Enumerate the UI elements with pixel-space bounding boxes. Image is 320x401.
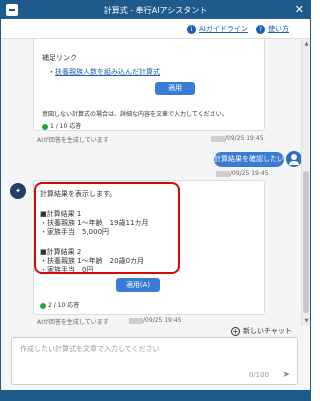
status-dot (42, 123, 48, 130)
bot-timestamp-1: /09/25 19:45 (225, 135, 264, 142)
scroll-down-icon[interactable]: ▼ (303, 318, 310, 324)
send-icon[interactable]: ➤ (282, 370, 290, 380)
bullet: ・ (48, 68, 55, 76)
toolbar: i AIガイドライン ? 使い方 (1, 19, 310, 39)
chat-scrollbar[interactable]: ▲ ▼ (301, 39, 310, 326)
footer-bar (1, 390, 310, 401)
bot-status-1: AIが回答を生成しています (37, 137, 109, 144)
scroll-up-icon[interactable]: ▲ (303, 41, 310, 47)
chat-composer[interactable]: 作成したい計算式を文章で入力してください 0/100 ➤ (11, 337, 298, 385)
apply-button-2[interactable]: 適用(A) (116, 278, 160, 292)
new-chat-label: 新しいチャット (243, 327, 292, 335)
user-message-bubble: 計算結果を確認したい (214, 152, 284, 167)
howto-link[interactable]: ? 使い方 (256, 24, 289, 34)
response-count-2: 2 / 10 応答 (48, 302, 80, 309)
supplementary-heading: 補足リンク (42, 54, 77, 62)
close-icon[interactable]: ✕ (295, 3, 304, 17)
ai-guideline-link[interactable]: i AIガイドライン (187, 24, 248, 34)
bot-time-1: /09/25 19:45 (211, 135, 264, 142)
bot-message-card-1: 補足リンク ・扶養親族人数を組み込んだ計算式 適用 意図しない計算式の場合は、詳… (33, 39, 265, 131)
new-chat-button[interactable]: + 新しいチャット (231, 326, 292, 336)
response-count-1: 1 / 10 応答 (50, 123, 82, 130)
bot-avatar-icon: ✦ (10, 183, 26, 199)
bot-status-2: AIが回答を生成しています (37, 319, 109, 326)
apply-button-1[interactable]: 適用 (155, 82, 195, 95)
window-title: 計算式 - 奉行AIアシスタント (103, 6, 208, 15)
response-counter-2: 2 / 10 応答 (40, 300, 79, 309)
user-time: /09/25 19:45 (216, 170, 269, 177)
bot-time-2: /09/25 19:45 (129, 317, 182, 324)
scroll-thumb[interactable] (303, 171, 309, 313)
ai-guideline-label: AIガイドライン (199, 25, 248, 33)
user-timestamp: /09/25 19:45 (230, 170, 269, 177)
supplementary-link[interactable]: 扶養親族人数を組み込んだ計算式 (55, 68, 160, 76)
intent-note: 意図しない計算式の場合は、詳細な内容を文章で入力してください。 (42, 111, 228, 118)
result-highlight-box (34, 182, 180, 274)
composer-placeholder: 作成したい計算式を文章で入力してください (20, 345, 160, 353)
char-counter: 0/100 (248, 371, 269, 379)
status-dot (40, 302, 46, 309)
title-bar: 計算式 - 奉行AIアシスタント ✕ (1, 1, 310, 19)
bot-timestamp-2: /09/25 19:45 (143, 317, 182, 324)
howto-label: 使い方 (268, 25, 289, 33)
plus-circle-icon: + (231, 326, 240, 336)
supplementary-link-item[interactable]: ・扶養親族人数を組み込んだ計算式 (48, 67, 160, 77)
help-icon: ? (256, 24, 265, 34)
info-icon: i (187, 24, 196, 34)
response-counter-1: 1 / 10 応答 (42, 121, 81, 130)
app-window: 計算式 - 奉行AIアシスタント ✕ i AIガイドライン ? 使い方 補足リン… (0, 0, 311, 401)
chat-history: 補足リンク ・扶養親族人数を組み込んだ計算式 適用 意図しない計算式の場合は、詳… (1, 39, 302, 326)
user-avatar-icon (286, 151, 302, 167)
